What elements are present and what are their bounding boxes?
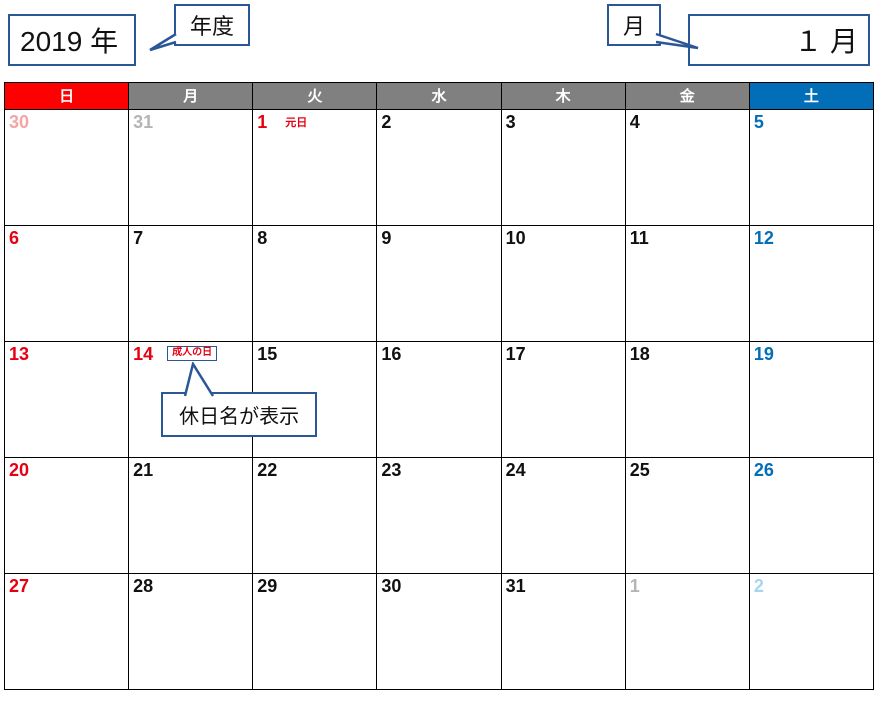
day-number: 20 [9, 460, 29, 480]
day-number: 25 [630, 460, 650, 480]
day-number: 13 [9, 344, 29, 364]
weekday-header-mon: 月 [129, 83, 253, 110]
day-number: 23 [381, 460, 401, 480]
calendar-cell: 3 [501, 110, 625, 226]
day-number: 12 [754, 228, 774, 248]
callout-year: 年度 [174, 4, 250, 46]
calendar-cell: 18 [625, 342, 749, 458]
day-number: 8 [257, 228, 267, 248]
calendar-cell: 28 [129, 574, 253, 690]
day-number: 30 [381, 576, 401, 596]
calendar-cell: 23 [377, 458, 501, 574]
calendar-cell: 27 [5, 574, 129, 690]
day-number: 19 [754, 344, 774, 364]
day-number: 27 [9, 576, 29, 596]
calendar-cell: 9 [377, 226, 501, 342]
calendar-cell: 2 [377, 110, 501, 226]
calendar-cell: 16 [377, 342, 501, 458]
day-number: 18 [630, 344, 650, 364]
weekday-header-fri: 金 [625, 83, 749, 110]
calendar-row: 1314成人の日休日名が表示1516171819 [5, 342, 874, 458]
calendar-cell: 7 [129, 226, 253, 342]
top-bar: 2019 年 年度 月 １ 月 [4, 4, 876, 64]
calendar-body: 30311元日234567891011121314成人の日休日名が表示15161… [5, 110, 874, 690]
calendar-cell: 4 [625, 110, 749, 226]
day-number: 15 [257, 344, 277, 364]
calendar-row: 27 28 29 30 31 1 2 [5, 574, 874, 690]
calendar-cell: 11 [625, 226, 749, 342]
calendar-cell: 14成人の日休日名が表示 [129, 342, 253, 458]
day-number: 1 [630, 576, 640, 596]
day-number: 26 [754, 460, 774, 480]
calendar-cell: 8 [253, 226, 377, 342]
calendar-cell: 31 [501, 574, 625, 690]
weekday-header-tue: 火 [253, 83, 377, 110]
weekday-header-sun: 日 [5, 83, 129, 110]
month-display: １ 月 [688, 14, 870, 66]
day-number: 6 [9, 228, 19, 248]
calendar-cell: 5 [749, 110, 873, 226]
calendar-cell: 10 [501, 226, 625, 342]
calendar-cell: 1 元日 [253, 110, 377, 226]
calendar-cell: 20 [5, 458, 129, 574]
day-number: 17 [506, 344, 526, 364]
weekday-header-sat: 土 [749, 83, 873, 110]
calendar-cell: 30 [377, 574, 501, 690]
day-number: 16 [381, 344, 401, 364]
calendar-cell: 6 [5, 226, 129, 342]
calendar-cell: 30 [5, 110, 129, 226]
weekday-header-row: 日 月 火 水 木 金 土 [5, 83, 874, 110]
day-number: 21 [133, 460, 153, 480]
day-number: 9 [381, 228, 391, 248]
day-number: 4 [630, 112, 640, 132]
calendar-cell: 17 [501, 342, 625, 458]
calendar-cell: 2 [749, 574, 873, 690]
holiday-name: 元日 [285, 114, 307, 130]
calendar-row: 20 21 22 23 24 25 26 [5, 458, 874, 574]
calendar-cell: 12 [749, 226, 873, 342]
calendar-cell: 24 [501, 458, 625, 574]
day-number: 2 [381, 112, 391, 132]
day-number: 5 [754, 112, 764, 132]
calendar-row: 6 7 8 9 10 11 12 [5, 226, 874, 342]
day-number: 29 [257, 576, 277, 596]
calendar-cell: 25 [625, 458, 749, 574]
day-number: 7 [133, 228, 143, 248]
calendar-cell: 13 [5, 342, 129, 458]
day-number: 3 [506, 112, 516, 132]
day-number: 24 [506, 460, 526, 480]
day-number: 28 [133, 576, 153, 596]
day-number: 22 [257, 460, 277, 480]
calendar-cell: 1 [625, 574, 749, 690]
holiday-name: 成人の日 [167, 346, 217, 361]
callout-holiday-pointer [173, 362, 233, 402]
day-number: 2 [754, 576, 764, 596]
calendar-table: 日 月 火 水 木 金 土 30311元日234567891011121314成… [4, 82, 874, 690]
callout-year-pointer [146, 32, 182, 56]
day-number: 31 [133, 112, 153, 132]
weekday-header-wed: 水 [377, 83, 501, 110]
day-number: 11 [630, 228, 649, 248]
calendar-row: 30 31 1 元日 2 3 4 5 [5, 110, 874, 226]
day-number: 31 [506, 576, 526, 596]
calendar-cell: 19 [749, 342, 873, 458]
day-number: 14 [133, 344, 153, 364]
day-number: 1 [257, 112, 267, 132]
year-display: 2019 年 [8, 14, 136, 66]
weekday-header-thu: 木 [501, 83, 625, 110]
day-number: 10 [506, 228, 526, 248]
calendar-cell: 31 [129, 110, 253, 226]
calendar-cell: 22 [253, 458, 377, 574]
calendar-cell: 21 [129, 458, 253, 574]
calendar-cell: 26 [749, 458, 873, 574]
day-number: 30 [9, 112, 29, 132]
calendar-cell: 29 [253, 574, 377, 690]
